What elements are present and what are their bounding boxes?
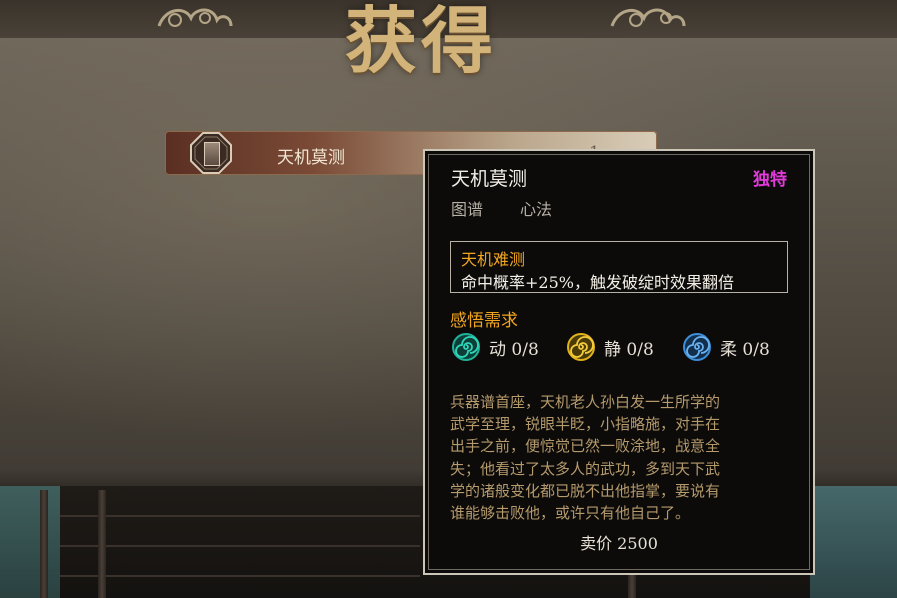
lore-line: 武学至理，锐眼半眨，小指略施，对手在 [450,415,721,434]
item-name: 天机莫测 [277,148,345,168]
tag-category: 图谱 [451,200,484,219]
cloud-ornament-left-icon [155,0,235,41]
requirement-label: 静 0/8 [604,340,654,360]
tooltip-title: 天机莫测 [451,168,528,190]
item-tooltip: 天机莫测 独特 图谱 心法 天机难测 命中概率+25%，触发破绽时效果翻倍 感悟… [423,149,815,575]
lore-line: 失；他看过了太多人的武功，多到天下武 [450,459,721,478]
sell-price: 卖价 2500 [580,534,658,553]
lore-line: 出手之前，便惊觉已然一败涂地，战意全 [450,437,721,456]
swirl-blue-icon [683,333,711,361]
lore-text: 兵器谱首座，天机老人孙白发一生所学的 武学至理，锐眼半眨，小指略施，对手在 出手… [450,391,790,524]
lore-line: 学的诸般变化都已脱不出他指掌，要说有 [450,481,721,500]
effect-description: 命中概率+25%，触发破绽时效果翻倍 [461,273,734,292]
cloud-ornament-right-icon [608,0,688,41]
water-left [0,486,60,598]
swirl-yellow-icon [567,333,595,361]
floor-plank [60,515,420,517]
pillar [40,490,48,598]
requirement-label: 动 0/8 [489,340,539,360]
effect-name: 天机难测 [461,250,526,269]
rarity-badge: 独特 [753,170,787,190]
header-title: 获得 [345,0,498,83]
requirement-label: 柔 0/8 [720,340,770,360]
floor-plank [60,575,420,577]
requirements-title: 感悟需求 [450,311,518,331]
lore-line: 兵器谱首座，天机老人孙白发一生所学的 [450,393,721,411]
floor-plank [60,545,420,547]
effect-box: 天机难测 命中概率+25%，触发破绽时效果翻倍 [450,241,788,293]
tag-type: 心法 [520,200,553,219]
scroll-book-icon [204,142,220,166]
water-right [810,486,897,598]
swirl-green-icon [452,333,480,361]
lore-line: 谁能够击败他，或许只有他自己了。 [450,504,691,523]
pillar [98,490,106,598]
